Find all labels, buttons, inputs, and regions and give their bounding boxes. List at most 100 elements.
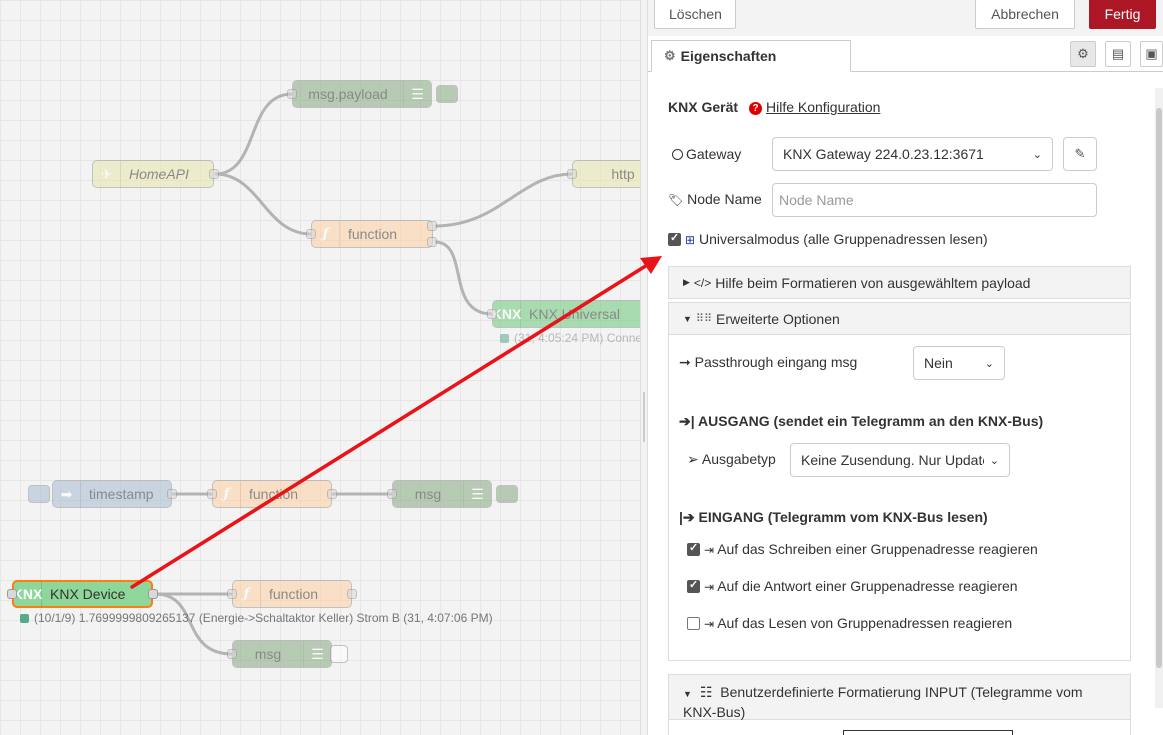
node-status: (31, 4:05:24 PM) Conne <box>500 331 640 345</box>
frame-icon: ▣ <box>1145 46 1158 61</box>
status-dot <box>20 613 29 623</box>
react-response-checkbox[interactable] <box>687 578 700 593</box>
status-text: (10/1/9) 1.7699999809265137 (Energie->Sc… <box>34 611 493 625</box>
node-label: msg <box>254 646 282 662</box>
node-name-input[interactable] <box>772 183 1097 217</box>
react-write-checkbox[interactable] <box>687 541 700 556</box>
wire <box>434 172 573 228</box>
knx-icon: KNX <box>492 301 521 327</box>
advanced-options-body: ➞ Passthrough eingang msg Nein ⌄ ➔| AUSG… <box>668 335 1131 661</box>
universal-mode-checkbox[interactable] <box>668 231 681 246</box>
node-label: HomeAPI <box>129 166 189 182</box>
gateway-value: KNX Gateway 224.0.23.12:3671 <box>783 146 984 162</box>
debug-node-msg-2[interactable]: msg ☰ <box>232 640 332 668</box>
output-port[interactable] <box>148 589 158 599</box>
caret-right-icon: ▶ <box>683 277 690 287</box>
debug-node-msg-payload[interactable]: msg.payload ☰ <box>292 80 432 108</box>
sign-in-icon: ⇥ <box>704 543 715 557</box>
chevron-down-icon: ⌄ <box>1032 148 1042 161</box>
inject-node-timestamp[interactable]: ➡ timestamp <box>52 480 172 508</box>
custom-format-section[interactable]: ▼ ☷ Benutzerdefinierte Formatierung INPU… <box>668 674 1131 720</box>
custom-format-input[interactable] <box>843 730 1013 735</box>
input-port[interactable] <box>487 309 497 319</box>
debug-toggle-button[interactable] <box>496 485 518 503</box>
function-node-3[interactable]: ƒ function <box>232 580 352 608</box>
tray-toolbar: Löschen Abbrechen Fertig <box>648 0 1163 37</box>
input-port[interactable] <box>7 589 17 599</box>
chevron-down-icon: ⌄ <box>989 454 999 467</box>
function-icon: ƒ <box>213 481 241 507</box>
chevron-down-icon: ⌄ <box>984 357 994 370</box>
list-ol-icon: ☷ <box>699 684 713 700</box>
debug-node-msg-1[interactable]: msg ☰ <box>392 480 492 508</box>
list-icon: ☰ <box>303 641 331 667</box>
tag-icon: 🏷 <box>668 193 684 207</box>
custom-format-body <box>668 720 1131 735</box>
delete-button[interactable]: Löschen <box>654 0 736 29</box>
node-name-label: 🏷 Node Name <box>668 191 762 207</box>
splitter-grip[interactable] <box>643 392 645 442</box>
output-port[interactable] <box>209 169 219 179</box>
input-port[interactable] <box>387 489 397 499</box>
output-type-value: Keine Zusendung. Nur Update <box>801 452 984 468</box>
edit-gateway-button[interactable]: ✎ <box>1063 137 1097 171</box>
input-port[interactable] <box>227 589 237 599</box>
node-label: function <box>269 586 319 602</box>
help-format-section[interactable]: ▶ </> Hilfe beim Formatieren von ausgewä… <box>668 266 1131 299</box>
cancel-button[interactable]: Abbrechen <box>975 0 1075 29</box>
input-port[interactable] <box>287 89 297 99</box>
description-tab-icon[interactable]: ▤ <box>1105 41 1131 67</box>
node-label: function <box>348 226 398 242</box>
debug-toggle-button[interactable] <box>436 85 458 103</box>
http-in-node-homeapi[interactable]: ✈ HomeAPI <box>92 160 214 188</box>
paper-plane-icon: ➢ <box>687 451 699 467</box>
help-config-link[interactable]: ? Hilfe Konfiguration <box>749 99 880 115</box>
input-port[interactable] <box>207 489 217 499</box>
dots-grid-icon: ⠿⠿ <box>695 313 713 325</box>
knx-device-node[interactable]: KNX KNX Device <box>12 580 153 608</box>
output-port[interactable] <box>427 221 437 231</box>
arrow-right-icon: ➡ <box>53 481 81 507</box>
output-heading: ➔| AUSGANG (sendet ein Telegramm an den … <box>679 413 1044 429</box>
react-write-label: ⇥ Auf das Schreiben einer Gruppenadresse… <box>704 541 1038 557</box>
output-port[interactable] <box>347 589 357 599</box>
react-read-checkbox[interactable] <box>687 617 700 630</box>
caret-down-icon: ▼ <box>683 689 692 699</box>
list-icon: ☰ <box>403 81 431 107</box>
output-type-select[interactable]: Keine Zusendung. Nur Update ⌄ <box>790 443 1010 477</box>
output-port[interactable] <box>167 489 177 499</box>
tab-properties[interactable]: ⚙ Eigenschaften <box>651 40 851 72</box>
knx-universal-node[interactable]: KNX KNX Universal <box>492 300 640 328</box>
input-port[interactable] <box>306 229 316 239</box>
gateway-select[interactable]: KNX Gateway 224.0.23.12:3671 ⌄ <box>772 137 1053 171</box>
react-read-label: ⇥ Auf das Lesen von Gruppenadressen reag… <box>704 615 1013 631</box>
input-port[interactable] <box>567 169 577 179</box>
flow-canvas[interactable]: msg.payload ☰ ✈ HomeAPI http ƒ function … <box>0 0 640 735</box>
function-node-2[interactable]: ƒ function <box>212 480 332 508</box>
debug-toggle-button[interactable] <box>330 645 348 663</box>
panel-splitter[interactable] <box>640 0 648 735</box>
inject-button[interactable] <box>28 485 50 503</box>
advanced-options-section[interactable]: ▼ ⠿⠿ Erweiterte Optionen <box>668 302 1131 335</box>
settings-tab-icon[interactable]: ⚙ <box>1070 41 1096 67</box>
input-heading: |➔ EINGANG (Telegramm vom KNX-Bus lesen) <box>679 509 988 525</box>
http-response-node[interactable]: http <box>572 160 640 188</box>
output-port[interactable] <box>327 489 337 499</box>
input-port[interactable] <box>227 649 237 659</box>
status-text: (31, 4:05:24 PM) Conne <box>514 331 640 345</box>
done-button[interactable]: Fertig <box>1089 0 1156 29</box>
file-icon: ▤ <box>1111 46 1125 61</box>
output-port[interactable] <box>427 237 437 247</box>
passthrough-select[interactable]: Nein ⌄ <box>913 346 1005 380</box>
tab-label: Eigenschaften <box>680 48 777 64</box>
grid-icon: ⊞ <box>685 233 696 247</box>
universal-mode-label: ⊞ Universalmodus (alle Gruppenadressen l… <box>685 231 988 247</box>
status-dot <box>500 333 509 343</box>
function-node-1[interactable]: ƒ function <box>311 220 433 248</box>
wire <box>434 240 493 316</box>
appearance-tab-icon[interactable]: ▣ <box>1140 41 1163 67</box>
passthrough-value: Nein <box>924 355 953 371</box>
node-label: KNX Universal <box>529 306 621 322</box>
node-label: msg <box>414 486 442 502</box>
section-title: Benutzerdefinierte Formatierung INPUT (T… <box>683 684 1083 720</box>
